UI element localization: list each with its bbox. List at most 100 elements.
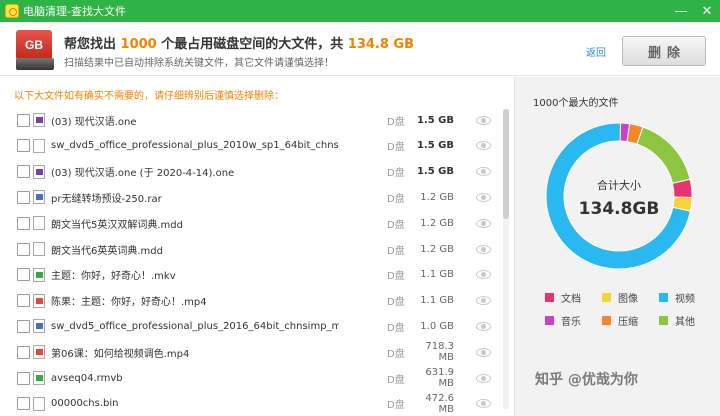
file-row[interactable]: (03) 现代汉语.one D盘 1.5 GB (0, 107, 502, 133)
back-link[interactable]: 返回 (586, 44, 606, 59)
legend-label: 文档 (561, 294, 581, 305)
legend-label: 视频 (675, 294, 695, 305)
file-checkbox[interactable] (17, 165, 30, 179)
file-size: 1.1 GB (420, 295, 454, 307)
file-type-icon (33, 190, 45, 205)
preview-eye-icon[interactable] (476, 347, 491, 357)
file-row[interactable]: 朗文当代5英汉双解词典.mdd D盘 1.2 GB (0, 210, 502, 236)
window-controls: — ✕ (668, 0, 720, 22)
preview-eye-icon[interactable] (476, 141, 491, 151)
chart-title: 1000个最大的文件 (533, 98, 619, 109)
file-name: (03) 现代汉语.one (51, 116, 137, 128)
legend-item: 压缩 (602, 313, 638, 328)
preview-eye-icon[interactable] (476, 399, 491, 409)
file-name: pr无缝转场预设-250.rar (51, 193, 162, 205)
file-size: 472.6 MB (425, 392, 454, 415)
file-name: sw_dvd5_office_professional_plus_2016_64… (51, 320, 339, 332)
file-checkbox[interactable] (17, 113, 30, 127)
subline: 扫描结果中已自动排除系统关键文件，其它文件请谨慎选择！ (64, 58, 334, 69)
file-drive: D盘 (387, 219, 405, 231)
file-type-icon (33, 319, 45, 334)
file-name: sw_dvd5_office_professional_plus_2010w_s… (51, 140, 339, 152)
preview-eye-icon[interactable] (476, 192, 491, 202)
file-drive: D盘 (387, 271, 405, 283)
file-row[interactable]: 00000chs.bin D盘 472.6 MB (0, 391, 502, 416)
file-size: 1.2 GB (420, 243, 454, 255)
preview-eye-icon[interactable] (476, 296, 491, 306)
legend-swatch (545, 316, 554, 325)
file-type-icon (33, 293, 45, 308)
file-checkbox[interactable] (17, 190, 30, 204)
file-size: 1.0 GB (420, 320, 454, 332)
file-drive: D盘 (387, 193, 405, 205)
file-drive: D盘 (387, 374, 405, 386)
file-type-icon (33, 345, 45, 360)
preview-eye-icon[interactable] (476, 321, 491, 331)
file-drive: D盘 (387, 348, 405, 360)
file-list-panel: 以下大文件如有确实不需要的，请仔细辨别后谨慎选择删除： (03) 现代汉语.on… (0, 77, 510, 416)
file-drive: D盘 (387, 297, 405, 309)
summary-header: GB 帮您找出 1000 个最占用磁盘空间的大文件，共 134.8 GB 扫描结… (0, 22, 720, 76)
legend-item: 视频 (659, 290, 695, 305)
file-drive: D盘 (387, 245, 405, 257)
legend-swatch (659, 316, 668, 325)
file-drive: D盘 (387, 400, 405, 412)
size-donut-chart: 合计大小 134.8GB (545, 122, 693, 270)
file-checkbox[interactable] (17, 345, 30, 359)
legend-label: 音乐 (561, 317, 581, 328)
file-row[interactable]: sw_dvd5_office_professional_plus_2016_64… (0, 313, 502, 339)
file-row[interactable]: pr无缝转场预设-250.rar D盘 1.2 GB (0, 184, 502, 210)
preview-eye-icon[interactable] (476, 244, 491, 254)
warning-hint: 以下大文件如有确实不需要的，请仔细辨别后谨慎选择删除： (14, 91, 284, 102)
file-row[interactable]: avseq04.rmvb D盘 631.9 MB (0, 365, 502, 391)
delete-button[interactable]: 删除 (622, 36, 706, 66)
legend-label: 图像 (618, 294, 638, 305)
donut-slice-其他 (636, 126, 691, 184)
preview-eye-icon[interactable] (476, 270, 491, 280)
legend-swatch (602, 293, 611, 302)
legend-label: 压缩 (618, 317, 638, 328)
file-checkbox[interactable] (17, 397, 30, 411)
file-name: (03) 现代汉语.one (于 2020-4-14).one (51, 168, 235, 180)
summary-panel: 1000个最大的文件 合计大小 134.8GB 文档 图像 视频 音乐 压缩 其他 知乎 … (514, 77, 720, 416)
disk-gb-icon: GB (16, 30, 54, 70)
file-type-icon (33, 242, 45, 256)
close-icon[interactable]: ✕ (694, 0, 720, 22)
file-checkbox[interactable] (17, 268, 30, 282)
file-row[interactable]: sw_dvd5_office_professional_plus_2010w_s… (0, 133, 502, 159)
file-row[interactable]: 朗文当代6英英词典.mdd D盘 1.2 GB (0, 236, 502, 262)
file-row[interactable]: (03) 现代汉语.one (于 2020-4-14).one D盘 1.5 GB (0, 159, 502, 185)
scrollbar[interactable] (503, 109, 509, 409)
total-size: 134.8 GB (347, 37, 415, 52)
preview-eye-icon[interactable] (476, 218, 491, 228)
file-checkbox[interactable] (17, 242, 30, 256)
scrollbar-thumb[interactable] (503, 109, 509, 219)
file-type-icon (33, 371, 45, 385)
chart-center-value: 134.8GB (579, 199, 660, 219)
file-type-icon (33, 267, 45, 282)
file-row[interactable]: 陈果：主题：你好，好奇心！.mp4 D盘 1.1 GB (0, 288, 502, 314)
file-checkbox[interactable] (17, 294, 30, 308)
file-checkbox[interactable] (17, 371, 30, 385)
disk-gb-icon-label: GB (16, 30, 52, 60)
preview-eye-icon[interactable] (476, 115, 491, 125)
legend-item: 音乐 (545, 313, 581, 328)
preview-eye-icon[interactable] (476, 373, 491, 383)
minimize-icon[interactable]: — (668, 0, 694, 22)
file-row[interactable]: 第06课：如何给视频调色.mp4 D盘 718.3 MB (0, 339, 502, 365)
legend-item: 文档 (545, 290, 581, 305)
file-name: 主题：你好，好奇心！.mkv (51, 271, 176, 283)
file-size: 1.5 GB (416, 114, 454, 126)
file-drive: D盘 (387, 142, 405, 154)
file-checkbox[interactable] (17, 319, 30, 333)
file-row[interactable]: 主题：你好，好奇心！.mkv D盘 1.1 GB (0, 262, 502, 288)
file-drive: D盘 (387, 116, 405, 128)
preview-eye-icon[interactable] (476, 167, 491, 177)
legend-label: 其他 (675, 317, 695, 328)
file-checkbox[interactable] (17, 216, 30, 230)
file-type-icon (33, 396, 45, 411)
file-checkbox[interactable] (17, 139, 30, 153)
file-name: avseq04.rmvb (51, 372, 123, 384)
file-name: 朗文当代5英汉双解词典.mdd (51, 219, 183, 231)
file-size: 1.5 GB (416, 166, 454, 178)
